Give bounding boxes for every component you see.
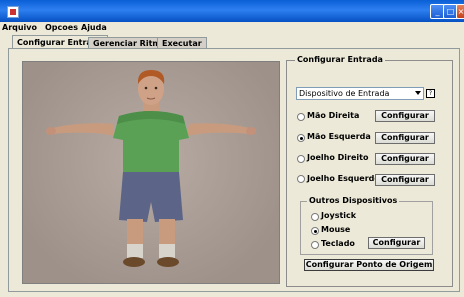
radio-joelho-direito[interactable] [297, 155, 305, 163]
radio-joystick[interactable] [311, 213, 319, 221]
application-window: _ □ × Arquivo Opcoes Ajuda Configurar En… [0, 0, 464, 297]
radio-mao-esquerda[interactable] [297, 134, 305, 142]
radio-mouse[interactable] [311, 227, 319, 235]
left-shoe [123, 257, 145, 267]
label-mao-direita: Mão Direita [307, 111, 360, 120]
left-hand [46, 127, 56, 135]
menu-arquivo[interactable]: Arquivo [2, 23, 37, 32]
radio-teclado[interactable] [311, 241, 319, 249]
chevron-down-icon [415, 91, 421, 95]
configurar-mao-direita-button[interactable]: Configurar [375, 110, 435, 122]
help-icon[interactable]: ? [426, 89, 435, 98]
avatar-figure [46, 70, 256, 267]
device-select-value: Dispositivo de Entrada [299, 89, 390, 98]
gray-shorts [119, 172, 183, 222]
maximize-icon: □ [446, 7, 455, 16]
device-select[interactable]: Dispositivo de Entrada [296, 87, 424, 100]
label-mouse: Mouse [321, 225, 351, 234]
right-arm [187, 123, 249, 136]
label-mao-esquerda: Mão Esquerda [307, 132, 371, 141]
close-icon: × [457, 7, 464, 16]
label-joystick: Joystick [321, 211, 357, 220]
menu-ajuda[interactable]: Ajuda [81, 23, 107, 32]
title-bar[interactable]: _ □ × [0, 0, 464, 22]
label-joelho-esquerdo: Joelho Esquerdo [307, 174, 380, 183]
minimize-icon: _ [435, 7, 440, 16]
menu-opcoes[interactable]: Opcoes [45, 23, 78, 32]
configurar-teclado-button[interactable]: Configurar [368, 237, 425, 249]
app-icon [7, 6, 19, 18]
config-entrada-title: Configurar Entrada [295, 55, 385, 64]
radio-mao-direita[interactable] [297, 113, 305, 121]
label-teclado: Teclado [321, 239, 355, 248]
menu-bar: Arquivo Opcoes Ajuda [0, 22, 464, 35]
close-button[interactable]: × [456, 4, 464, 19]
left-arm [53, 123, 115, 136]
avatar-3d-viewport[interactable] [22, 61, 280, 284]
config-entrada-group: Configurar Entrada Dispositivo de Entrad… [286, 55, 453, 287]
radio-joelho-esquerdo[interactable] [297, 175, 305, 183]
outros-dispositivos-title: Outros Dispositivos [307, 196, 400, 205]
right-shoe [157, 257, 179, 267]
configurar-joelho-esquerdo-button[interactable]: Configurar [375, 174, 435, 186]
configurar-mao-esquerda-button[interactable]: Configurar [375, 132, 435, 144]
label-joelho-direito: Joelho Direito [307, 153, 369, 162]
configurar-ponto-origem-button[interactable]: Configurar Ponto de Origem [304, 259, 434, 271]
outros-dispositivos-group: Outros Dispositivos Joystick Mouse Tecla… [300, 196, 433, 255]
right-hand [246, 127, 256, 135]
tab-bar: Configurar Entrada Gerenciar Ritmo Execu… [0, 35, 464, 49]
configurar-joelho-direito-button[interactable]: Configurar [375, 153, 435, 165]
